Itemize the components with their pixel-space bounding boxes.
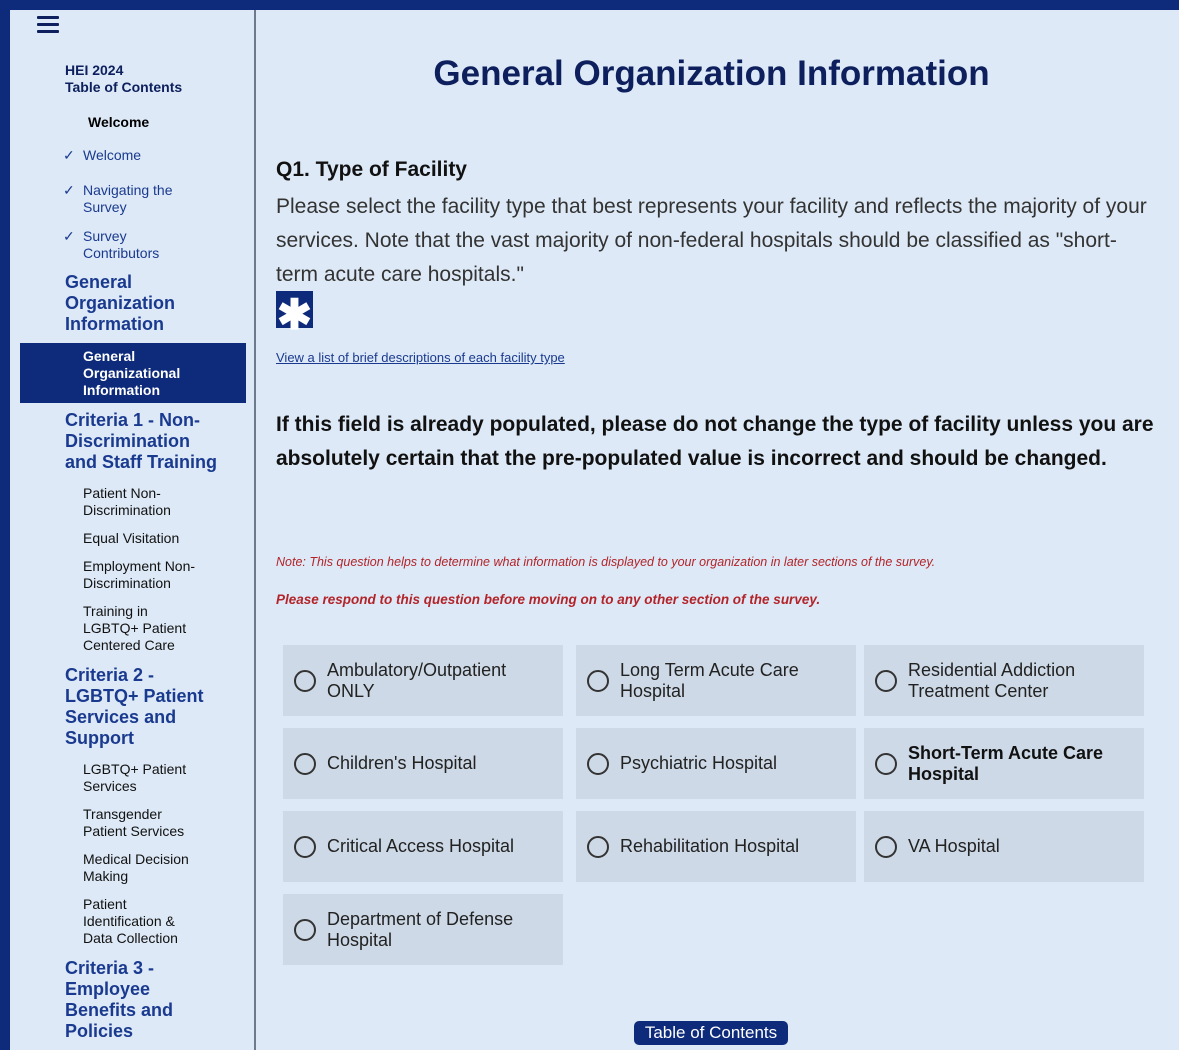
facility-option-rehabilitation[interactable]: Rehabilitation Hospital xyxy=(576,811,856,882)
sidebar-item-employment-non-discrimination[interactable]: Employment Non- Discrimination xyxy=(83,558,195,592)
radio-button[interactable] xyxy=(294,753,316,775)
facility-option-psychiatric[interactable]: Psychiatric Hospital xyxy=(576,728,856,799)
asterisk-required-icon: ✱ xyxy=(276,291,313,338)
table-of-contents-button[interactable]: Table of Contents xyxy=(634,1021,788,1045)
sidebar-heading-welcome: Welcome xyxy=(88,114,150,130)
sidebar-item-navigating-survey[interactable]: ✓ Navigating the Survey xyxy=(63,182,173,216)
sidebar-item-medical-decision-making[interactable]: Medical Decision Making xyxy=(83,851,189,885)
facility-option-childrens[interactable]: Children's Hospital xyxy=(283,728,563,799)
sidebar-item-equal-visitation[interactable]: Equal Visitation xyxy=(83,530,179,547)
sidebar-item-lgbtq-patient-services[interactable]: LGBTQ+ Patient Services xyxy=(83,761,186,795)
checkmark-icon: ✓ xyxy=(63,228,75,244)
radio-button[interactable] xyxy=(587,670,609,692)
sidebar-item-survey-contributors[interactable]: ✓ Survey Contributors xyxy=(63,228,159,262)
page: HEI 2024 Table of Contents Welcome ✓ Wel… xyxy=(10,10,1179,1050)
radio-button[interactable] xyxy=(587,753,609,775)
radio-button[interactable] xyxy=(875,753,897,775)
question-title: Q1. Type of Facility xyxy=(276,158,467,181)
sidebar-item-transgender-patient-services[interactable]: Transgender Patient Services xyxy=(83,806,184,840)
note-text: Note: This question helps to determine w… xyxy=(276,555,936,569)
sidebar-item-welcome[interactable]: ✓ Welcome xyxy=(63,147,141,164)
sidebar-item-patient-identification[interactable]: Patient Identification & Data Collection xyxy=(83,896,178,947)
sidebar-item-patient-non-discrimination[interactable]: Patient Non- Discrimination xyxy=(83,485,171,519)
facility-option-va[interactable]: VA Hospital xyxy=(864,811,1144,882)
facility-descriptions-link[interactable]: View a list of brief descriptions of eac… xyxy=(276,350,565,365)
radio-button[interactable] xyxy=(587,836,609,858)
facility-option-long-term-acute[interactable]: Long Term Acute Care Hospital xyxy=(576,645,856,716)
main-content: General Organization Information Q1. Typ… xyxy=(258,10,1179,1050)
facility-option-department-of-defense[interactable]: Department of Defense Hospital xyxy=(283,894,563,965)
question-description: Please select the facility type that bes… xyxy=(276,195,1147,286)
radio-button[interactable] xyxy=(294,836,316,858)
sidebar-item-training-lgbtq-care[interactable]: Training in LGBTQ+ Patient Centered Care xyxy=(83,603,186,654)
toc-title: HEI 2024 Table of Contents xyxy=(65,62,183,95)
radio-button[interactable] xyxy=(875,836,897,858)
sidebar-section-criteria-2[interactable]: Criteria 2 - LGBTQ+ Patient Services and… xyxy=(65,665,204,749)
radio-button[interactable] xyxy=(294,670,316,692)
facility-option-residential-addiction[interactable]: Residential Addiction Treatment Center xyxy=(864,645,1144,716)
checkmark-icon: ✓ xyxy=(63,182,75,198)
facility-option-critical-access[interactable]: Critical Access Hospital xyxy=(283,811,563,882)
warning-text: If this field is already populated, plea… xyxy=(276,413,1154,470)
facility-option-short-term-acute[interactable]: Short-Term Acute Care Hospital xyxy=(864,728,1144,799)
facility-option-ambulatory[interactable]: Ambulatory/Outpatient ONLY xyxy=(283,645,563,716)
respond-instruction: Please respond to this question before m… xyxy=(276,592,821,607)
radio-button[interactable] xyxy=(875,670,897,692)
checkmark-icon: ✓ xyxy=(63,147,75,163)
sidebar-section-criteria-3[interactable]: Criteria 3 - Employee Benefits and Polic… xyxy=(65,958,173,1042)
sidebar-toc: HEI 2024 Table of Contents Welcome ✓ Wel… xyxy=(20,10,256,1050)
sidebar-section-general-organization[interactable]: General Organization Information xyxy=(65,272,175,335)
sidebar-item-general-organizational-info-active[interactable]: General Organizational Information xyxy=(20,343,246,403)
sidebar-section-criteria-1[interactable]: Criteria 1 - Non- Discrimination and Sta… xyxy=(65,410,217,473)
hamburger-menu-icon[interactable] xyxy=(37,16,59,36)
page-title: General Organization Information xyxy=(433,54,990,93)
radio-button[interactable] xyxy=(294,919,316,941)
